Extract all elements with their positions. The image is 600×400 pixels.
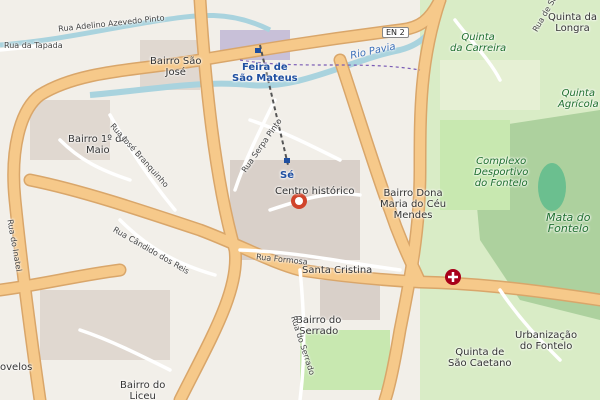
building-block (40, 290, 170, 360)
quinta-carreira-field (440, 60, 540, 110)
label-mata-fontelo: Mata do Fontelo (546, 211, 591, 235)
label-quinta-sao-caetano: Quinta de São Caetano (448, 347, 512, 369)
map-canvas[interactable]: Feira de São Mateus Bairro São José Bairro… (0, 0, 600, 400)
station-icon (255, 48, 261, 53)
road-shield-en2: EN 2 (382, 27, 409, 38)
label-bairro-dona-maria: Bairro Dona Maria do Céu Mendes (380, 188, 447, 221)
label-centro-historico: Centro histórico (275, 186, 355, 197)
label-complexo-desportivo: Complexo Desportivo do Fontelo (474, 156, 529, 189)
label-santa-cristina: Santa Cristina (302, 265, 373, 276)
stadium-track (538, 163, 566, 211)
building-block (320, 280, 380, 320)
street-tapada: Rua da Tapada (4, 41, 63, 50)
label-feira: Feira de São Mateus (232, 62, 298, 84)
label-quinta-carreira: Quinta da Carreira (450, 32, 507, 54)
label-quinta-longra: Quinta da Longra (548, 12, 598, 34)
label-bairro-liceu: Bairro do Liceu (120, 380, 166, 400)
label-urbanizacao-fontelo: Urbanização do Fontelo (515, 330, 578, 352)
label-ovelos: ovelos (0, 362, 33, 373)
label-bairro-sao-jose: Bairro São José (150, 56, 202, 78)
station-icon (284, 158, 290, 163)
label-se: Sé (280, 170, 294, 181)
label-quinta-agricola: Quinta Agrícola (558, 88, 599, 110)
location-pin-center (295, 197, 303, 205)
